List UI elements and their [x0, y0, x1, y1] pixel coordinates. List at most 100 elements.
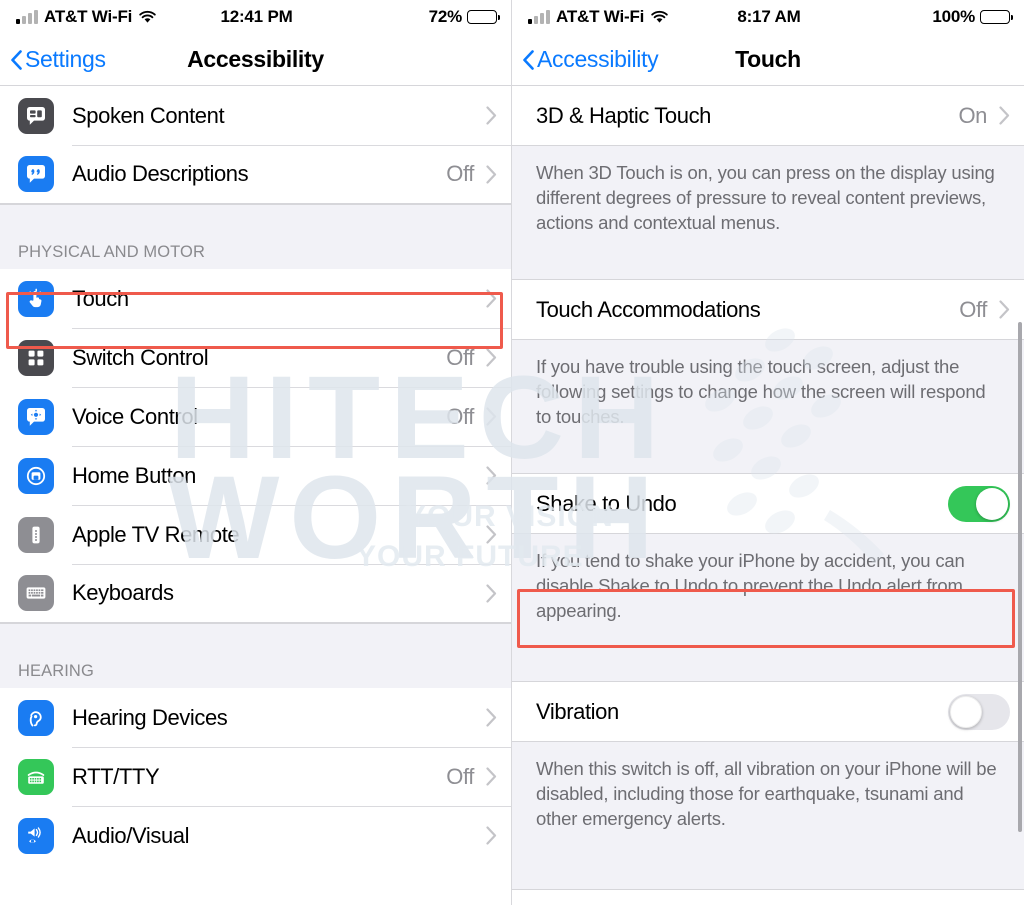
audio-descriptions-icon [18, 156, 54, 192]
status-bar-left: AT&T Wi-Fi [16, 7, 220, 27]
chevron-right-icon [486, 826, 497, 845]
left-phone-screen: AT&T Wi-Fi 12:41 PM 72% Settings Accessi… [0, 0, 512, 905]
battery-percent-label: 100% [932, 7, 975, 26]
list-item-audio-visual[interactable]: Audio/Visual [0, 806, 511, 865]
right-phone-screen: AT&T Wi-Fi 8:17 AM 100% Accessibility To… [512, 0, 1024, 905]
chevron-right-icon [486, 708, 497, 727]
chevron-left-icon [11, 49, 22, 70]
list-item-home-button[interactable]: Home Button [0, 446, 511, 505]
list-item-value: Off [446, 344, 474, 370]
apple-tv-remote-icon [18, 516, 54, 553]
status-bar-right: 100% [801, 7, 1013, 27]
list-item-label: Voice Control [72, 403, 198, 429]
cellular-signal-icon [16, 9, 38, 24]
status-bar-time: 12:41 PM [220, 7, 293, 26]
list-item-value: Off [446, 763, 474, 789]
chevron-right-icon [486, 466, 497, 485]
list-item-audio-descriptions[interactable]: Audio Descriptions Off [0, 145, 511, 204]
list-item-3d-haptic-touch[interactable]: 3D & Haptic Touch On [512, 86, 1024, 145]
rtt-tty-icon [18, 758, 54, 795]
battery-icon [980, 10, 1013, 24]
list-item-label: Switch Control [72, 344, 209, 370]
chevron-right-icon [486, 767, 497, 786]
chevron-left-icon [523, 49, 534, 70]
left-nav-bar: Settings Accessibility [0, 34, 511, 86]
list-item-hearing-devices[interactable]: Hearing Devices [0, 688, 511, 747]
keyboard-icon [18, 575, 54, 611]
right-status-bar: AT&T Wi-Fi 8:17 AM 100% [512, 0, 1024, 34]
carrier-label: AT&T Wi-Fi [556, 7, 645, 26]
list-item-label: Audio Descriptions [72, 161, 249, 186]
chevron-right-icon [486, 348, 497, 367]
section-header-physical-and-motor: PHYSICAL AND MOTOR [0, 204, 511, 269]
list-item-label: Hearing Devices [72, 704, 228, 730]
carrier-label: AT&T Wi-Fi [44, 7, 133, 26]
list-item-label: Apple TV Remote [72, 521, 240, 547]
list-item-label: Shake to Undo [536, 490, 677, 516]
left-status-bar: AT&T Wi-Fi 12:41 PM 72% [0, 0, 511, 34]
spoken-content-icon [18, 97, 54, 134]
list-item-keyboards[interactable]: Keyboards [0, 564, 511, 623]
switch-control-icon [18, 339, 54, 376]
chevron-right-icon [486, 525, 497, 544]
chevron-right-icon [486, 164, 497, 184]
battery-icon [467, 10, 501, 24]
chevron-right-icon [486, 106, 497, 125]
vertical-scrollbar[interactable] [1018, 322, 1022, 832]
cellular-signal-icon [528, 9, 550, 24]
list-item-label: Vibration [536, 698, 619, 724]
chevron-right-icon [486, 583, 497, 603]
list-item-call-audio-routing[interactable]: Call Audio Routing Automatic [512, 890, 1024, 905]
list-item-label: Keyboards [72, 580, 174, 605]
status-bar-time: 8:17 AM [737, 7, 801, 26]
list-item-label: RTT/TTY [72, 763, 160, 789]
list-item-label: Home Button [72, 462, 197, 488]
touch-hand-icon [18, 280, 54, 317]
hearing-devices-icon [18, 699, 54, 736]
audio-visual-icon [18, 817, 54, 854]
section-header-hearing: HEARING [0, 623, 511, 688]
voice-control-icon [18, 398, 54, 435]
list-item-label: Touch [72, 285, 129, 311]
back-button-label: Settings [25, 46, 106, 72]
chevron-right-icon [486, 407, 497, 426]
accessibility-settings-list: Spoken Content Audio Descriptions Off PH… [0, 86, 511, 865]
list-item-vibration[interactable]: Vibration [512, 682, 1024, 741]
touch-settings-list: 3D & Haptic Touch On When 3D Touch is on… [512, 86, 1024, 905]
back-button-accessibility[interactable]: Accessibility [512, 46, 659, 73]
list-item-apple-tv-remote[interactable]: Apple TV Remote [0, 505, 511, 564]
list-item-label: Audio/Visual [72, 822, 190, 848]
home-button-icon [18, 457, 54, 494]
list-item-shake-to-undo[interactable]: Shake to Undo [512, 474, 1024, 533]
back-button-settings[interactable]: Settings [0, 46, 106, 73]
list-item-label: Spoken Content [72, 102, 225, 128]
list-item-value: Off [446, 161, 474, 186]
footer-text-shake-to-undo: If you tend to shake your iPhone by acci… [512, 533, 1024, 682]
back-button-label: Accessibility [537, 46, 659, 72]
list-item-label: Touch Accommodations [536, 296, 761, 322]
status-bar-left: AT&T Wi-Fi [528, 7, 737, 27]
battery-percent-label: 72% [428, 7, 463, 26]
list-item-value: On [958, 102, 987, 128]
footer-text-touch-accommodations: If you have trouble using the touch scre… [512, 339, 1024, 474]
chevron-right-icon [999, 106, 1010, 125]
chevron-right-icon [999, 300, 1010, 319]
list-item-voice-control[interactable]: Voice Control Off [0, 387, 511, 446]
list-item-rtt-tty[interactable]: RTT/TTY Off [0, 747, 511, 806]
footer-text-vibration: When this switch is off, all vibration o… [512, 741, 1024, 890]
list-item-value: Off [959, 296, 987, 322]
vibration-toggle[interactable] [948, 693, 1010, 730]
dual-screenshot-container: AT&T Wi-Fi 12:41 PM 72% Settings Accessi… [0, 0, 1024, 905]
list-item-label: 3D & Haptic Touch [536, 102, 712, 128]
footer-text-3d-haptic-touch: When 3D Touch is on, you can press on th… [512, 145, 1024, 280]
list-item-touch-accommodations[interactable]: Touch Accommodations Off [512, 280, 1024, 339]
chevron-right-icon [486, 289, 497, 308]
status-bar-right: 72% [293, 7, 501, 27]
wifi-icon [138, 10, 157, 24]
list-item-spoken-content[interactable]: Spoken Content [0, 86, 511, 145]
list-item-switch-control[interactable]: Switch Control Off [0, 328, 511, 387]
wifi-icon [650, 10, 669, 24]
list-item-touch[interactable]: Touch [0, 269, 511, 328]
right-nav-bar: Accessibility Touch [512, 34, 1024, 86]
shake-to-undo-toggle[interactable] [948, 485, 1010, 522]
